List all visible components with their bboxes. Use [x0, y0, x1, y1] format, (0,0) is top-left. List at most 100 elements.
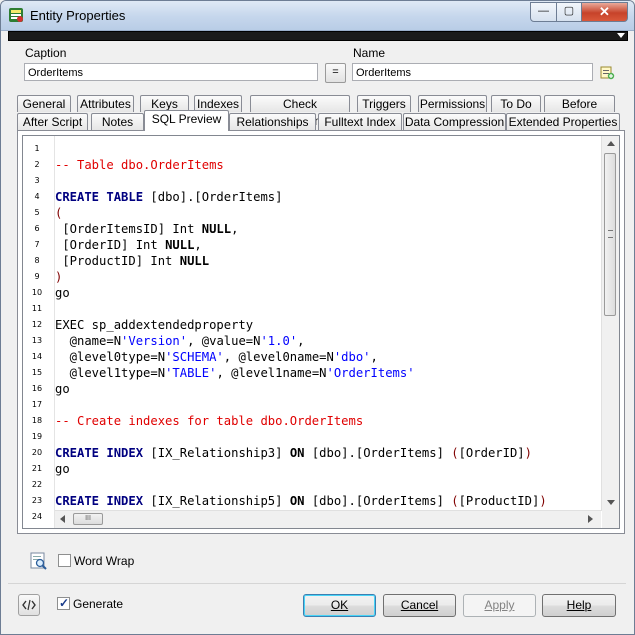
- caption-label: Caption: [25, 46, 67, 60]
- name-input[interactable]: OrderItems: [352, 63, 593, 81]
- line-number: 6: [34, 224, 40, 233]
- word-wrap-label: Word Wrap: [74, 554, 135, 568]
- equals-button[interactable]: =: [325, 63, 346, 83]
- ok-button-label: OK: [330, 598, 349, 612]
- code-line: -- Create indexes for table dbo.OrderIte…: [55, 413, 363, 429]
- title-bar[interactable]: Entity Properties — ▢ ✕: [1, 1, 634, 31]
- window-title: Entity Properties: [30, 8, 126, 23]
- code-token: ,: [370, 350, 378, 364]
- code-token: [ProductID] Int: [55, 254, 180, 268]
- close-button[interactable]: ✕: [581, 2, 628, 22]
- ok-button[interactable]: OK: [303, 594, 376, 617]
- scroll-corner: [602, 511, 619, 528]
- dropdown-bar[interactable]: [8, 31, 628, 41]
- code-token: EXEC sp_addextendedproperty: [55, 318, 254, 332]
- name-label: Name: [353, 46, 386, 60]
- generate-name-icon[interactable]: [599, 64, 615, 80]
- code-token: NULL: [165, 238, 195, 252]
- code-token: , @value=N: [187, 334, 261, 348]
- code-line: EXEC sp_addextendedproperty: [55, 317, 253, 333]
- code-token: [OrderItemsID] Int: [55, 222, 202, 236]
- tab-extended-properties[interactable]: Extended Properties: [506, 113, 620, 130]
- code-token: [dbo].[OrderItems]: [304, 494, 452, 508]
- code-token: [OrderID] Int: [55, 238, 166, 252]
- code-token: -- Table dbo.OrderItems: [55, 158, 224, 172]
- code-token: [OrderID]: [458, 446, 525, 460]
- code-token: (: [451, 494, 459, 508]
- line-number: 13: [31, 336, 43, 345]
- line-number: 7: [34, 240, 40, 249]
- code-token: ): [55, 270, 63, 284]
- code-token: ,: [231, 222, 239, 236]
- tab-triggers[interactable]: Triggers: [357, 95, 411, 112]
- code-token: ON: [289, 494, 305, 508]
- scroll-right-icon[interactable]: [588, 515, 593, 523]
- code-token: CREATE TABLE: [55, 190, 144, 204]
- caption-input[interactable]: OrderItems: [24, 63, 318, 81]
- scroll-up-icon[interactable]: [607, 141, 615, 146]
- code-token: CREATE INDEX: [55, 446, 144, 460]
- tab-general[interactable]: General: [17, 95, 71, 112]
- dropdown-arrow-icon[interactable]: [617, 33, 625, 38]
- script-options-button[interactable]: [18, 594, 40, 616]
- line-number: 4: [34, 192, 40, 201]
- tab-data-compression[interactable]: Data Compression: [403, 113, 506, 130]
- tab-fulltext-index[interactable]: Fulltext Index: [318, 113, 402, 130]
- line-number: 11: [31, 304, 43, 313]
- code-line: @level0type=N'SCHEMA', @level0name=N'dbo…: [55, 349, 378, 365]
- tab-to-do[interactable]: To Do: [491, 95, 541, 112]
- code-token: [dbo].[OrderItems]: [143, 190, 283, 204]
- tab-relationships[interactable]: Relationships: [229, 113, 316, 130]
- app-icon: [9, 8, 23, 22]
- apply-button[interactable]: Apply: [463, 594, 536, 617]
- find-icon[interactable]: [30, 552, 48, 570]
- scroll-down-icon[interactable]: [607, 500, 615, 505]
- help-button[interactable]: Help: [542, 594, 616, 617]
- vertical-scroll-thumb[interactable]: [604, 153, 616, 316]
- cancel-button[interactable]: Cancel: [383, 594, 456, 617]
- tab-permissions[interactable]: Permissions: [418, 95, 487, 112]
- sql-editor[interactable]: 1 2 3 4 5 6 7 8 9 10 11 12 13 14 15 16 17 18 19 20 21 22 23 24 …: [22, 135, 620, 529]
- line-number: 9: [34, 272, 40, 281]
- line-number: 18: [31, 416, 43, 425]
- sql-code-area[interactable]: -- Table dbo.OrderItems CREATE TABLE [dbo…: [55, 136, 601, 510]
- line-number: 17: [31, 400, 43, 409]
- tab-after-script[interactable]: After Script: [17, 113, 88, 130]
- code-token: ON: [289, 446, 305, 460]
- line-number: 22: [31, 480, 43, 489]
- code-line: @level1type=N'TABLE', @level1name=N'Orde…: [55, 365, 415, 381]
- horizontal-scroll-thumb[interactable]: III: [73, 513, 103, 525]
- code-token: 'SCHEMA': [165, 350, 224, 364]
- horizontal-scrollbar[interactable]: III: [55, 510, 601, 528]
- code-line: CREATE INDEX [IX_Relationship5] ON [dbo]…: [55, 493, 547, 509]
- line-number: 1: [34, 144, 40, 153]
- code-token: go: [55, 286, 70, 300]
- scroll-left-icon[interactable]: [60, 515, 65, 523]
- code-line: [OrderID] Int NULL,: [55, 237, 201, 253]
- tab-before-script[interactable]: Before Script: [544, 95, 615, 128]
- code-token: 'OrderItems': [326, 366, 415, 380]
- word-wrap-checkbox[interactable]: [58, 554, 71, 567]
- minimize-button[interactable]: —: [530, 2, 557, 22]
- line-number: 14: [31, 352, 43, 361]
- code-token: [ProductID]: [458, 494, 540, 508]
- line-number: 20: [31, 448, 43, 457]
- code-line: CREATE TABLE [dbo].[OrderItems]: [55, 189, 282, 205]
- code-token: -- Create indexes for table dbo.OrderIte…: [55, 414, 364, 428]
- code-token: , @level1name=N: [216, 366, 327, 380]
- code-line: go: [55, 285, 70, 301]
- line-number: 8: [34, 256, 40, 265]
- code-token: ): [539, 494, 547, 508]
- tab-check-constraints[interactable]: Check Constraints: [250, 95, 350, 128]
- tab-sql-preview[interactable]: SQL Preview: [144, 110, 229, 131]
- tab-notes[interactable]: Notes: [91, 113, 144, 130]
- code-line: -- Table dbo.OrderItems: [55, 157, 224, 173]
- tab-attributes[interactable]: Attributes: [77, 95, 134, 112]
- generate-checkbox[interactable]: ✓: [57, 596, 70, 610]
- line-number: 21: [31, 464, 43, 473]
- vertical-scrollbar[interactable]: [601, 136, 619, 511]
- code-line: @name=N'Version', @value=N'1.0',: [55, 333, 305, 349]
- code-line: go: [55, 381, 70, 397]
- grip-icon: [608, 230, 613, 238]
- maximize-button[interactable]: ▢: [556, 2, 582, 22]
